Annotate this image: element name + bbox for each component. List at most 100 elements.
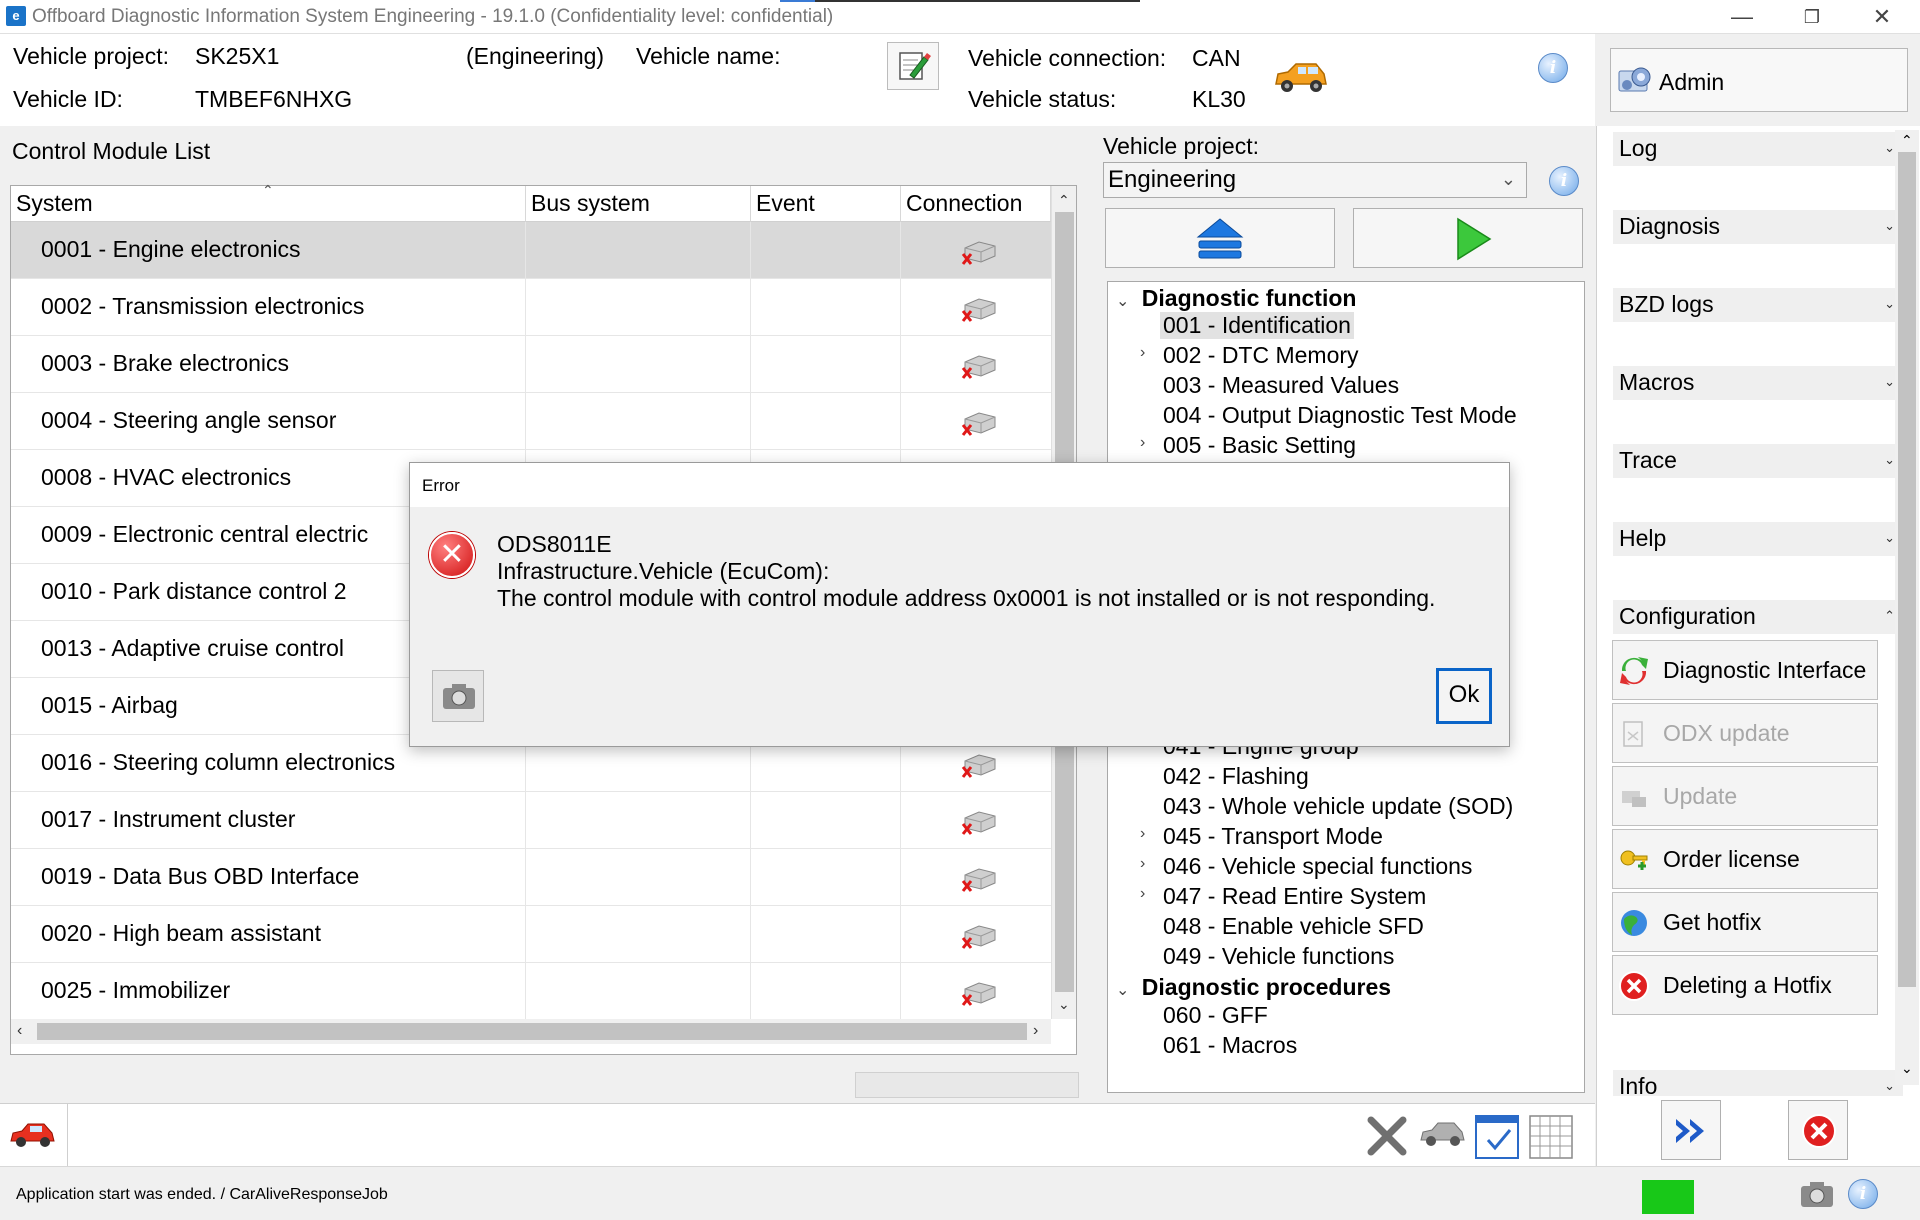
tree-item-identification[interactable]: 001 - Identification xyxy=(1160,312,1354,339)
section-label: Diagnosis xyxy=(1619,213,1720,239)
column-header-label: Event xyxy=(756,190,815,216)
section-log[interactable]: Log ⌄ xyxy=(1613,132,1903,166)
scroll-down-icon[interactable]: ⌄ xyxy=(1901,1060,1913,1077)
table-row[interactable]: 0003 - Brake electronics xyxy=(11,336,1051,393)
tree-group-diagnostic-function[interactable]: ⌄ Diagnostic function xyxy=(1116,285,1356,312)
tree-item-read-entire-system[interactable]: 047 - Read Entire System xyxy=(1163,883,1426,910)
chevron-right-icon[interactable]: › xyxy=(1140,825,1145,843)
column-header-connection[interactable]: Connection xyxy=(901,186,1051,222)
table-row[interactable]: 0020 - High beam assistant xyxy=(11,906,1051,963)
tree-group-diagnostic-procedures[interactable]: ⌄ Diagnostic procedures xyxy=(1116,974,1391,1001)
event-cell xyxy=(751,792,901,849)
gray-car-icon[interactable] xyxy=(1418,1118,1466,1152)
start-button[interactable] xyxy=(1353,208,1583,268)
header-info-icon[interactable]: i xyxy=(1538,53,1568,83)
chevron-right-icon[interactable]: › xyxy=(1140,855,1145,873)
tree-item-basic-setting[interactable]: 005 - Basic Setting xyxy=(1163,432,1356,459)
tree-item-vehicle-functions[interactable]: 049 - Vehicle functions xyxy=(1163,943,1394,970)
vehicle-name-label: Vehicle name: xyxy=(636,43,781,69)
status-bar: Application start was ended. / CarAliveR… xyxy=(0,1166,1920,1220)
grid-icon[interactable] xyxy=(1528,1114,1574,1160)
eject-button[interactable] xyxy=(1105,208,1335,268)
section-trace[interactable]: Trace ⌄ xyxy=(1613,444,1903,478)
ok-button[interactable]: Ok xyxy=(1436,668,1492,724)
order-license-button[interactable]: Order license xyxy=(1612,829,1878,889)
tree-item-macros[interactable]: 061 - Macros xyxy=(1163,1032,1297,1059)
odx-update-button[interactable]: ODX update xyxy=(1612,703,1878,763)
event-cell xyxy=(751,963,901,1019)
section-label: Macros xyxy=(1619,369,1695,395)
bus-system-cell xyxy=(526,906,751,963)
section-label: Info xyxy=(1619,1073,1658,1096)
column-header-system[interactable]: System ⌃ xyxy=(11,182,526,222)
update-button[interactable]: Update xyxy=(1612,766,1878,826)
tree-item-measured-values[interactable]: 003 - Measured Values xyxy=(1163,372,1399,399)
table-row[interactable]: 0019 - Data Bus OBD Interface xyxy=(11,849,1051,906)
event-cell xyxy=(751,849,901,906)
tree-item-vehicle-special[interactable]: 046 - Vehicle special functions xyxy=(1163,853,1472,880)
title-accent-dark xyxy=(815,0,1140,2)
scroll-thumb[interactable] xyxy=(1898,152,1916,987)
section-info[interactable]: Info ⌄ xyxy=(1613,1070,1903,1096)
project-info-icon[interactable]: i xyxy=(1549,166,1579,196)
tree-item-output-test-mode[interactable]: 004 - Output Diagnostic Test Mode xyxy=(1163,402,1517,429)
table-horizontal-scrollbar[interactable]: ‹ › xyxy=(11,1019,1051,1044)
section-diagnosis[interactable]: Diagnosis ⌄ xyxy=(1613,210,1903,244)
scroll-up-icon[interactable]: ⌃ xyxy=(1058,192,1070,209)
chevron-down-icon: ⌄ xyxy=(1884,452,1895,467)
edit-vehicle-button[interactable] xyxy=(887,42,939,90)
admin-user-button[interactable]: Admin xyxy=(1610,48,1908,112)
section-macros[interactable]: Macros ⌄ xyxy=(1613,366,1903,400)
scroll-right-icon[interactable]: › xyxy=(1033,1022,1038,1040)
tree-item-gff[interactable]: 060 - GFF xyxy=(1163,1002,1268,1029)
vehicle-connection-value: CAN xyxy=(1192,45,1241,71)
scroll-thumb[interactable] xyxy=(37,1023,1027,1040)
section-help[interactable]: Help ⌄ xyxy=(1613,522,1903,556)
table-row[interactable]: 0025 - Immobilizer xyxy=(11,963,1051,1019)
close-window-button[interactable]: ✕ xyxy=(1852,2,1912,32)
delete-hotfix-button[interactable]: Deleting a Hotfix xyxy=(1612,955,1878,1015)
forward-button[interactable] xyxy=(1661,1100,1721,1160)
checklist-icon[interactable] xyxy=(1474,1114,1520,1160)
get-hotfix-button[interactable]: Get hotfix xyxy=(1612,892,1878,952)
chevron-right-icon[interactable]: › xyxy=(1140,885,1145,903)
section-bzd-logs[interactable]: BZD logs ⌄ xyxy=(1613,288,1903,322)
screenshot-button[interactable] xyxy=(432,670,484,722)
status-info-icon[interactable]: i xyxy=(1848,1179,1878,1209)
column-header-event[interactable]: Event xyxy=(751,186,901,222)
column-header-bus-system[interactable]: Bus system xyxy=(526,186,751,222)
engineering-mode: (Engineering) xyxy=(466,43,605,69)
section-configuration[interactable]: Configuration ⌃ xyxy=(1613,600,1903,634)
table-row[interactable]: 0002 - Transmission electronics xyxy=(11,279,1051,336)
diagnostic-interface-button[interactable]: Diagnostic Interface xyxy=(1612,640,1878,700)
sidebar-scrollbar[interactable]: ⌃ ⌄ xyxy=(1895,130,1919,1085)
table-row[interactable]: 0004 - Steering angle sensor xyxy=(11,393,1051,450)
minimize-button[interactable]: — xyxy=(1712,2,1772,32)
chevron-up-icon: ⌃ xyxy=(1884,608,1895,623)
section-label: Configuration xyxy=(1619,603,1756,629)
scroll-down-icon[interactable]: ⌄ xyxy=(1058,996,1070,1013)
tree-item-transport-mode[interactable]: 045 - Transport Mode xyxy=(1163,823,1383,850)
vehicle-project-select[interactable]: Engineering ⌄ xyxy=(1103,162,1527,198)
chevron-right-icon[interactable]: › xyxy=(1140,344,1145,362)
tree-item-dtc-memory[interactable]: 002 - DTC Memory xyxy=(1163,342,1359,369)
restore-button[interactable]: ❐ xyxy=(1782,2,1842,32)
vehicle-id-value: TMBEF6NHXG xyxy=(195,86,353,112)
scroll-up-icon[interactable]: ⌃ xyxy=(1901,132,1913,149)
table-row[interactable]: 0001 - Engine electronics xyxy=(11,222,1051,279)
tree-item-flashing[interactable]: 042 - Flashing xyxy=(1163,763,1309,790)
connection-error-icon xyxy=(961,868,996,892)
chevron-right-icon[interactable]: › xyxy=(1140,434,1145,452)
camera-icon[interactable] xyxy=(1799,1179,1835,1209)
table-row[interactable]: 0017 - Instrument cluster xyxy=(11,792,1051,849)
system-cell: 0003 - Brake electronics xyxy=(11,336,526,393)
exit-button[interactable] xyxy=(1788,1100,1848,1160)
scroll-left-icon[interactable]: ‹ xyxy=(17,1022,22,1040)
tree-item-enable-sfd[interactable]: 048 - Enable vehicle SFD xyxy=(1163,913,1424,940)
tree-item-sod[interactable]: 043 - Whole vehicle update (SOD) xyxy=(1163,793,1513,820)
car-icon xyxy=(1275,63,1327,92)
red-car-icon[interactable] xyxy=(8,1119,56,1151)
system-cell: 0017 - Instrument cluster xyxy=(11,792,526,849)
key-icon xyxy=(1620,850,1648,870)
tools-icon[interactable] xyxy=(1365,1114,1409,1158)
